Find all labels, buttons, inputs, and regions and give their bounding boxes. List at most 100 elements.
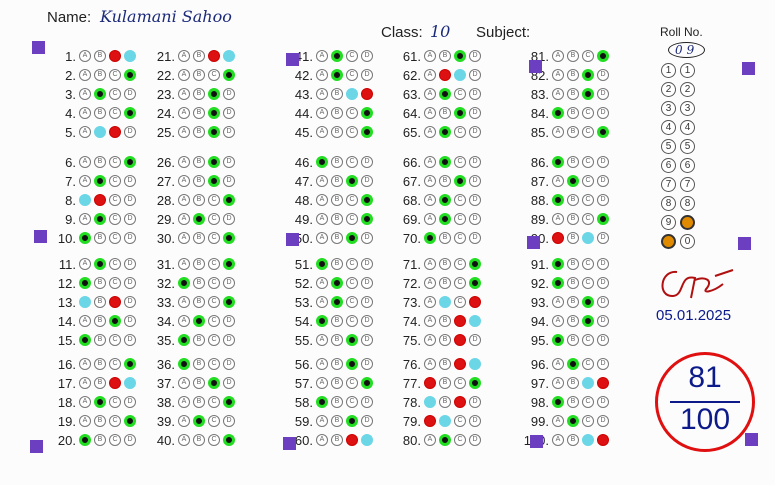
option-bubble[interactable]: A	[79, 175, 91, 187]
option-bubble[interactable]: B	[567, 334, 579, 346]
option-bubble[interactable]: D	[124, 396, 136, 408]
option-bubble[interactable]: D	[597, 396, 609, 408]
option-bubble[interactable]: D	[361, 232, 373, 244]
option-bubble[interactable]: B	[94, 156, 106, 168]
option-bubble[interactable]: B	[331, 315, 343, 327]
roll-bubble[interactable]: 4	[661, 120, 676, 135]
option-bubble[interactable]: C	[208, 156, 220, 168]
option-bubble[interactable]: C	[208, 175, 220, 187]
option-bubble[interactable]: A	[79, 377, 91, 389]
option-bubble[interactable]: D	[361, 107, 373, 119]
option-bubble[interactable]: A	[552, 126, 564, 138]
option-bubble[interactable]: D	[469, 194, 481, 206]
option-bubble[interactable]: C	[582, 69, 594, 81]
option-bubble[interactable]: B	[567, 69, 579, 81]
option-bubble[interactable]: B	[331, 396, 343, 408]
option-bubble[interactable]: A	[79, 194, 91, 206]
roll-bubble[interactable]: 9	[661, 215, 676, 230]
option-bubble[interactable]: D	[361, 377, 373, 389]
option-bubble[interactable]: D	[469, 334, 481, 346]
option-bubble[interactable]: D	[597, 358, 609, 370]
option-bubble[interactable]: C	[208, 315, 220, 327]
option-bubble[interactable]: D	[223, 334, 235, 346]
option-bubble[interactable]: A	[424, 126, 436, 138]
option-bubble[interactable]: A	[178, 69, 190, 81]
option-bubble[interactable]: B	[193, 434, 205, 446]
option-bubble[interactable]: D	[361, 194, 373, 206]
option-bubble[interactable]: D	[597, 296, 609, 308]
option-bubble[interactable]: C	[346, 194, 358, 206]
option-bubble[interactable]: A	[424, 258, 436, 270]
option-bubble[interactable]: D	[597, 88, 609, 100]
roll-bubble[interactable]: 5	[680, 139, 695, 154]
option-bubble[interactable]: A	[424, 175, 436, 187]
option-bubble[interactable]: D	[124, 126, 136, 138]
option-bubble[interactable]: C	[109, 277, 121, 289]
option-bubble[interactable]: A	[79, 415, 91, 427]
option-bubble[interactable]: D	[361, 88, 373, 100]
option-bubble[interactable]: D	[124, 434, 136, 446]
option-bubble[interactable]: A	[552, 194, 564, 206]
option-bubble[interactable]: C	[582, 175, 594, 187]
option-bubble[interactable]: A	[424, 194, 436, 206]
option-bubble[interactable]: D	[124, 358, 136, 370]
option-bubble[interactable]: D	[223, 175, 235, 187]
option-bubble[interactable]: C	[208, 126, 220, 138]
option-bubble[interactable]: A	[178, 296, 190, 308]
option-bubble[interactable]: C	[346, 213, 358, 225]
option-bubble[interactable]: C	[454, 156, 466, 168]
option-bubble[interactable]: B	[193, 377, 205, 389]
option-bubble[interactable]: D	[469, 126, 481, 138]
option-bubble[interactable]: B	[193, 277, 205, 289]
option-bubble[interactable]: D	[597, 258, 609, 270]
option-bubble[interactable]: C	[454, 175, 466, 187]
option-bubble[interactable]: B	[439, 107, 451, 119]
option-bubble[interactable]: B	[331, 107, 343, 119]
option-bubble[interactable]: D	[361, 315, 373, 327]
option-bubble[interactable]: D	[223, 88, 235, 100]
roll-bubble[interactable]: 0	[661, 234, 676, 249]
roll-bubble[interactable]: 9	[680, 215, 695, 230]
option-bubble[interactable]: A	[316, 156, 328, 168]
option-bubble[interactable]: C	[109, 50, 121, 62]
option-bubble[interactable]: D	[597, 377, 609, 389]
option-bubble[interactable]: A	[316, 415, 328, 427]
option-bubble[interactable]: C	[454, 107, 466, 119]
option-bubble[interactable]: D	[361, 175, 373, 187]
option-bubble[interactable]: C	[346, 232, 358, 244]
option-bubble[interactable]: A	[552, 415, 564, 427]
option-bubble[interactable]: A	[424, 334, 436, 346]
option-bubble[interactable]: A	[316, 334, 328, 346]
option-bubble[interactable]: D	[124, 107, 136, 119]
option-bubble[interactable]: D	[124, 277, 136, 289]
option-bubble[interactable]: D	[469, 277, 481, 289]
option-bubble[interactable]: C	[454, 126, 466, 138]
option-bubble[interactable]: C	[109, 315, 121, 327]
option-bubble[interactable]: A	[79, 213, 91, 225]
option-bubble[interactable]: B	[94, 415, 106, 427]
option-bubble[interactable]: A	[316, 277, 328, 289]
option-bubble[interactable]: B	[94, 258, 106, 270]
option-bubble[interactable]: D	[223, 50, 235, 62]
option-bubble[interactable]: D	[361, 50, 373, 62]
option-bubble[interactable]: D	[597, 277, 609, 289]
option-bubble[interactable]: C	[208, 334, 220, 346]
option-bubble[interactable]: D	[223, 156, 235, 168]
option-bubble[interactable]: B	[94, 334, 106, 346]
option-bubble[interactable]: C	[346, 69, 358, 81]
option-bubble[interactable]: C	[208, 194, 220, 206]
option-bubble[interactable]: A	[178, 156, 190, 168]
option-bubble[interactable]: A	[552, 50, 564, 62]
option-bubble[interactable]: C	[208, 377, 220, 389]
option-bubble[interactable]: D	[223, 358, 235, 370]
option-bubble[interactable]: B	[567, 296, 579, 308]
option-bubble[interactable]: C	[346, 415, 358, 427]
option-bubble[interactable]: B	[94, 175, 106, 187]
option-bubble[interactable]: B	[331, 69, 343, 81]
option-bubble[interactable]: D	[124, 258, 136, 270]
option-bubble[interactable]: A	[552, 396, 564, 408]
option-bubble[interactable]: A	[79, 88, 91, 100]
option-bubble[interactable]: B	[439, 126, 451, 138]
option-bubble[interactable]: A	[178, 126, 190, 138]
option-bubble[interactable]: A	[316, 377, 328, 389]
